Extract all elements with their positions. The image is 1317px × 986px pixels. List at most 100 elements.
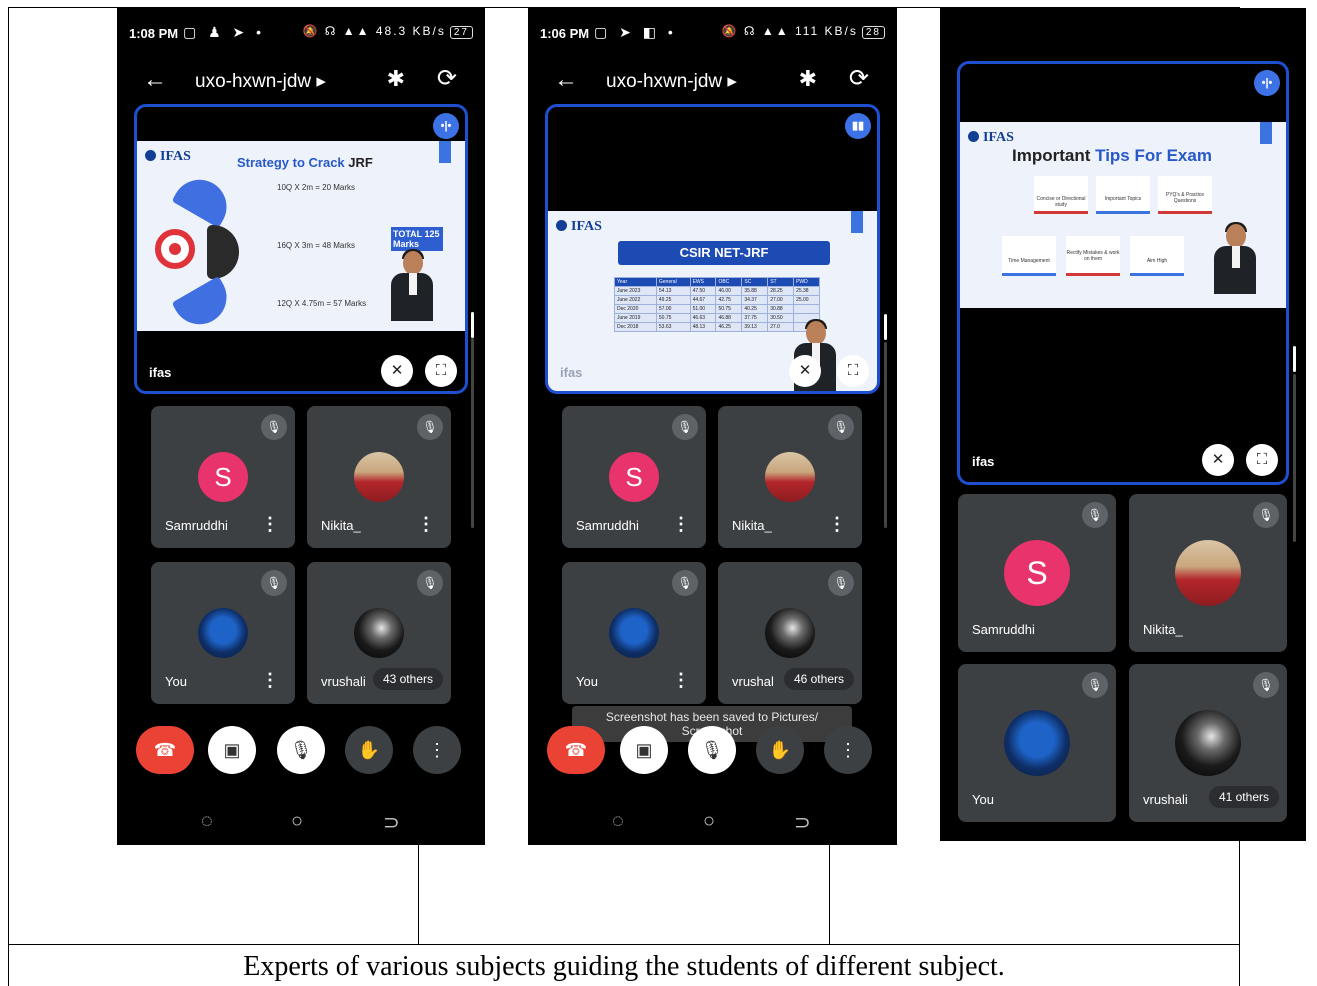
avatar: S xyxy=(198,452,248,502)
participant-tile[interactable]: 🎙 Nikita_ ⋮ xyxy=(307,406,451,548)
end-call-button[interactable]: ☎ xyxy=(547,726,605,774)
slide-logo: IFAS xyxy=(556,219,602,235)
presentation-stage[interactable]: IFAS CSIR NET-JRF Year General EWS OBC SC ST P… xyxy=(545,104,880,394)
recents-nav-icon[interactable]: ◌ xyxy=(612,810,624,833)
meeting-code-text: uxo-hxwn-jdw xyxy=(606,71,723,92)
more-options-icon[interactable]: ⋮ xyxy=(261,514,279,535)
mic-off-button[interactable]: 🎙 xyxy=(688,726,736,774)
arc-part-a xyxy=(171,169,237,229)
participant-tile[interactable]: 🎙 S Samruddhi ⋮ xyxy=(151,406,295,548)
table-rule-caption xyxy=(8,944,1240,945)
presenter-video xyxy=(389,249,433,331)
camera-off-button[interactable]: ▣ xyxy=(208,726,256,774)
participant-tile[interactable]: 🎙 S Samruddhi xyxy=(958,494,1116,652)
participant-tile[interactable]: 🎙 You ⋮ xyxy=(151,562,295,704)
home-nav-icon[interactable]: ○ xyxy=(291,810,303,833)
table-header-row: Year General EWS OBC SC ST PWD xyxy=(614,277,820,287)
presentation-stage[interactable]: IFAS Strategy to Crack JRF 10Q X 2m = 20… xyxy=(134,104,468,394)
more-options-icon[interactable]: ⋮ xyxy=(417,514,435,535)
others-count[interactable]: 43 others xyxy=(372,668,443,690)
switch-camera-icon[interactable]: ⟳ xyxy=(849,64,869,93)
mic-off-icon: 🎙 xyxy=(1082,672,1108,698)
status-bar: 1:08 PM ▢ ♟ ➤ • 🔕 ☊ ▲▲ 48.3 KB/s 27 xyxy=(117,22,485,46)
cutoff-table: Year General EWS OBC SC ST PWD June 2023 54.13 4… xyxy=(614,277,820,332)
unpin-icon[interactable]: ✕ xyxy=(1202,444,1234,476)
meeting-code[interactable]: uxo-hxwn-jdw ▸ xyxy=(606,70,737,93)
status-bar: 1:06 PM ▢ ➤ ◧ • 🔕 ☊ ▲▲ 111 KB/s 28 xyxy=(528,22,897,46)
fullscreen-icon[interactable]: ⛶ xyxy=(1246,444,1278,476)
meet-app-bar: ← uxo-hxwn-jdw ▸ ✱ ⟳ xyxy=(117,64,485,100)
slide-heading: Strategy to Crack JRF xyxy=(237,155,373,170)
participant-name: You xyxy=(576,674,598,689)
participant-tile[interactable]: 🎙 vrushali 41 others xyxy=(1129,664,1287,822)
mic-off-icon: 🎙 xyxy=(828,414,854,440)
scrollbar[interactable] xyxy=(884,314,887,340)
table-row: Dec 2018 53.63 48.13 46.25 39.13 27.0 xyxy=(614,322,820,332)
presenter-name: ifas xyxy=(560,365,583,380)
more-options-button[interactable]: ⋮ xyxy=(824,726,872,774)
arc-part-b xyxy=(207,225,239,279)
switch-camera-icon[interactable]: ⟳ xyxy=(437,64,457,93)
meeting-code[interactable]: uxo-hxwn-jdw ▸ xyxy=(195,70,326,93)
scroll-track xyxy=(884,342,887,528)
raise-hand-button[interactable]: ✋ xyxy=(756,726,804,774)
mic-off-icon: 🎙 xyxy=(1082,502,1108,528)
end-call-button[interactable]: ☎ xyxy=(136,726,194,774)
fullscreen-icon[interactable]: ⛶ xyxy=(837,355,869,387)
camera-off-button[interactable]: ▣ xyxy=(620,726,668,774)
others-count[interactable]: 46 others xyxy=(783,668,854,690)
more-options-button[interactable]: ⋮ xyxy=(413,726,461,774)
participant-name: Samruddhi xyxy=(576,518,639,533)
avatar: S xyxy=(1004,540,1070,606)
more-options-icon[interactable]: ⋮ xyxy=(672,514,690,535)
slide-banner: CSIR NET-JRF xyxy=(618,241,830,265)
home-nav-icon[interactable]: ○ xyxy=(703,810,715,833)
back-arrow-icon[interactable]: ← xyxy=(554,66,578,94)
back-nav-icon[interactable]: ⊃ xyxy=(383,810,400,835)
meet-app-bar: ← uxo-hxwn-jdw ▸ ✱ ⟳ xyxy=(528,64,897,100)
table-rule-left xyxy=(8,7,9,986)
mic-off-icon: 🎙 xyxy=(672,570,698,596)
participant-tile[interactable]: 🎙 You ⋮ xyxy=(562,562,706,704)
participant-tile[interactable]: 🎙 vrushal 46 others xyxy=(718,562,862,704)
arc-part-c xyxy=(171,275,237,331)
fullscreen-icon[interactable]: ⛶ xyxy=(425,355,457,387)
participant-tile[interactable]: 🎙 vrushali 43 others xyxy=(307,562,451,704)
tip-card: Time Management xyxy=(1002,236,1056,276)
participant-tile[interactable]: 🎙 S Samruddhi ⋮ xyxy=(562,406,706,548)
participant-tile[interactable]: 🎙 Nikita_ xyxy=(1129,494,1287,652)
unpin-icon[interactable]: ✕ xyxy=(381,355,413,387)
avatar xyxy=(765,452,815,502)
mic-off-button[interactable]: 🎙 xyxy=(277,726,325,774)
phone-screenshot-1: 1:08 PM ▢ ♟ ➤ • 🔕 ☊ ▲▲ 48.3 KB/s 27 ← uxo… xyxy=(117,8,485,845)
participant-tile[interactable]: 🎙 You xyxy=(958,664,1116,822)
participant-name: vrushal xyxy=(732,674,774,689)
others-count[interactable]: 41 others xyxy=(1208,786,1279,808)
avatar xyxy=(198,608,248,658)
more-options-icon[interactable]: ⋮ xyxy=(672,670,690,691)
meeting-code-text: uxo-hxwn-jdw xyxy=(195,71,312,92)
raise-hand-button[interactable]: ✋ xyxy=(345,726,393,774)
participant-name: Samruddhi xyxy=(165,518,228,533)
unpin-icon[interactable]: ✕ xyxy=(789,355,821,387)
back-arrow-icon[interactable]: ← xyxy=(143,66,167,94)
participant-name: You xyxy=(972,792,994,807)
bluetooth-icon[interactable]: ✱ xyxy=(799,66,817,92)
participant-tile[interactable]: 🎙 Nikita_ ⋮ xyxy=(718,406,862,548)
recents-nav-icon[interactable]: ◌ xyxy=(201,810,213,833)
shared-slide: IFAS Important Tips For Exam Concise or … xyxy=(960,122,1286,308)
scrollbar[interactable] xyxy=(1293,346,1296,372)
bluetooth-icon[interactable]: ✱ xyxy=(387,66,405,92)
presenter-video xyxy=(1212,222,1256,308)
more-options-icon[interactable]: ⋮ xyxy=(261,670,279,691)
presentation-stage[interactable]: IFAS Important Tips For Exam Concise or … xyxy=(957,61,1289,485)
phone-screenshot-2: 1:06 PM ▢ ➤ ◧ • 🔕 ☊ ▲▲ 111 KB/s 28 ← uxo-… xyxy=(528,8,897,845)
scrollbar[interactable] xyxy=(471,312,474,338)
avatar xyxy=(609,608,659,658)
more-options-icon[interactable]: ⋮ xyxy=(828,514,846,535)
avatar xyxy=(354,452,404,502)
back-nav-icon[interactable]: ⊃ xyxy=(794,810,811,835)
mic-off-icon: 🎙 xyxy=(672,414,698,440)
table-row: June 2022 49.25 44.67 42.75 34.37 27.00 25.00 xyxy=(614,295,820,305)
mic-off-icon: 🎙 xyxy=(417,570,443,596)
